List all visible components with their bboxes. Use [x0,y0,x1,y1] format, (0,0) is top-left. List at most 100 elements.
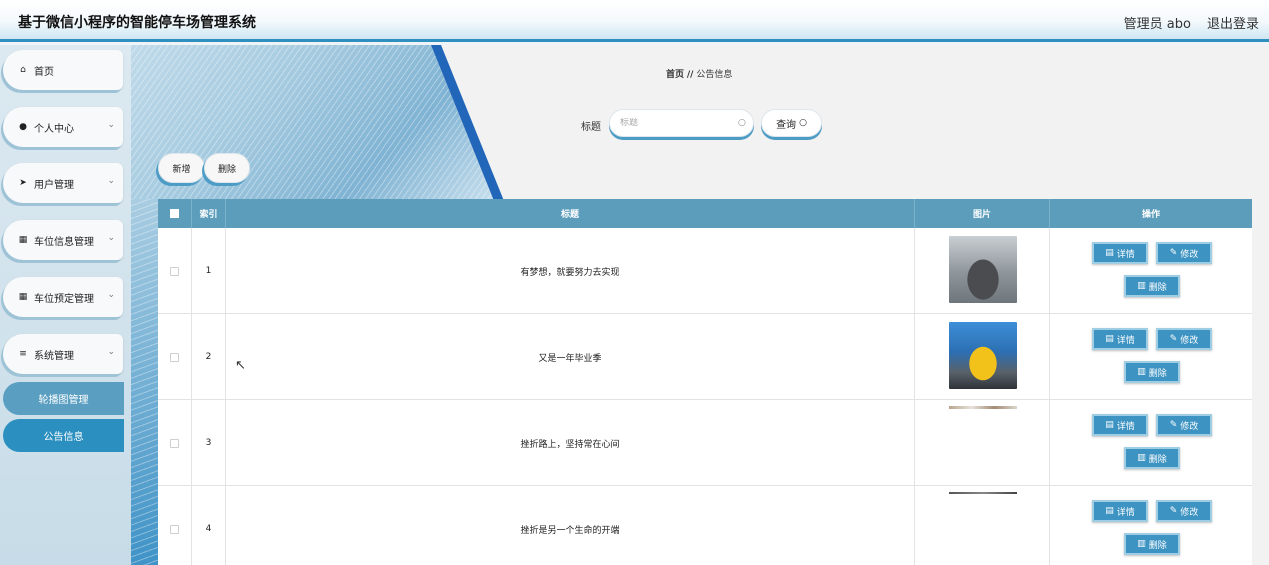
delete-button-label: 删除 [1148,454,1167,465]
row-index: 2 [192,314,226,400]
pencil-icon: ✎ [1169,506,1178,516]
grid-icon: ▦ [18,235,28,245]
car-photo-thumbnail [949,236,1017,303]
batch-delete-button[interactable]: 删除 [204,153,250,183]
sidebar-item-label: 系统管理 [34,350,74,362]
sidebar-item-label: 首页 [34,66,54,78]
sidebar-subitem-carousel[interactable]: 轮播图管理 [3,382,124,415]
add-button[interactable]: 新增 [158,153,205,183]
search-input[interactable] [620,118,738,128]
breadcrumb-current: 公告信息 [696,70,733,80]
delete-button[interactable]: ▥ 删除 [1124,447,1180,469]
trash-icon: ▥ [1137,367,1146,377]
delete-button-label: 删除 [1148,282,1167,293]
row-title: 有梦想，就要努力去实现 [226,228,915,314]
query-button-label: 查询 [776,119,797,131]
breadcrumb: 首页 // 公告信息 [666,67,732,80]
edit-button-label: 修改 [1180,249,1199,260]
user-icon: ● [19,122,27,132]
table-row: 3 挫折路上，坚持常在心间 ▤ 详情 ✎ 修改 ▥ 删除 [158,400,1252,486]
detail-button[interactable]: ▤ 详情 [1092,242,1148,264]
delete-button-label: 删除 [1148,368,1167,379]
decorative-side-art [131,199,158,565]
row-checkbox-cell [158,486,192,565]
detail-button-label: 详情 [1116,507,1135,518]
grid-icon: ▦ [18,292,28,302]
chevron-down-icon: ⌄ [107,290,115,300]
image-thumbnail [949,406,1017,409]
sidebar-subitem-announcements[interactable]: 公告信息 [3,419,124,452]
select-all-checkbox[interactable] [170,209,179,218]
row-actions: ▤ 详情 ✎ 修改 ▥ 删除 [1050,486,1252,565]
detail-button[interactable]: ▤ 详情 [1092,414,1148,436]
row-image-cell [915,400,1050,486]
breadcrumb-separator: // [686,70,694,80]
send-icon: ➤ [19,178,27,188]
document-icon: ▤ [1105,420,1114,430]
trash-icon: ▥ [1137,539,1146,549]
detail-button-label: 详情 [1116,421,1135,432]
row-checkbox[interactable] [170,266,179,276]
sidebar-item-personal-center[interactable]: ● 个人中心 ⌄ [3,107,123,147]
sidebar-item-parking-booking[interactable]: ▦ 车位预定管理 ⌄ [3,277,123,317]
main-content: 首页 // 公告信息 标题 ○ 查询 ○ 新增 删除 索引 标题 图片 操作 1… [131,45,1269,565]
chevron-down-icon: ⌄ [107,120,115,130]
admin-user-label[interactable]: 管理员 abo [1124,13,1191,32]
delete-button[interactable]: ▥ 删除 [1124,533,1180,555]
logout-link[interactable]: 退出登录 [1207,13,1259,32]
edit-button-label: 修改 [1180,421,1199,432]
edit-button[interactable]: ✎ 修改 [1156,242,1212,264]
table-header: 索引 标题 图片 操作 [158,199,1252,228]
sidebar-item-user-management[interactable]: ➤ 用户管理 ⌄ [3,163,123,203]
breadcrumb-home[interactable]: 首页 [666,70,684,80]
chevron-down-icon: ⌄ [107,347,115,357]
sidebar-item-home[interactable]: ⌂ 首页 [3,50,123,90]
row-checkbox-cell [158,400,192,486]
row-checkbox-cell [158,314,192,400]
app-title: 基于微信小程序的智能停车场管理系统 [18,15,256,31]
row-title: 挫折路上，坚持常在心间 [226,400,915,486]
detail-button-label: 详情 [1116,335,1135,346]
row-index: 1 [192,228,226,314]
edit-button[interactable]: ✎ 修改 [1156,500,1212,522]
sidebar-item-label: 个人中心 [34,123,74,135]
sidebar-item-system-management[interactable]: ≡ 系统管理 ⌄ [3,334,123,374]
chevron-down-icon: ⌄ [107,233,115,243]
detail-button[interactable]: ▤ 详情 [1092,500,1148,522]
document-icon: ▤ [1105,506,1114,516]
detail-button[interactable]: ▤ 详情 [1092,328,1148,350]
image-thumbnail [949,492,1017,494]
sidebar-item-label: 用户管理 [34,179,74,191]
batch-delete-button-label: 删除 [217,164,236,175]
table-row: 2 又是一年毕业季 ▤ 详情 ✎ 修改 ▥ 删除 [158,314,1252,400]
delete-button[interactable]: ▥ 删除 [1124,275,1180,297]
search-icon: ○ [738,118,746,128]
pencil-icon: ✎ [1169,420,1178,430]
sidebar-item-parking-info[interactable]: ▦ 车位信息管理 ⌄ [3,220,123,260]
edit-button[interactable]: ✎ 修改 [1156,328,1212,350]
row-checkbox[interactable] [170,352,179,362]
row-checkbox[interactable] [170,524,179,534]
pencil-icon: ✎ [1169,334,1178,344]
sidebar-subitem-label: 公告信息 [43,432,84,443]
detail-button-label: 详情 [1116,249,1135,260]
list-icon: ≡ [19,349,27,359]
delete-button[interactable]: ▥ 删除 [1124,361,1180,383]
row-image-cell [915,486,1050,565]
chevron-down-icon: ⌄ [107,176,115,186]
edit-button[interactable]: ✎ 修改 [1156,414,1212,436]
query-button[interactable]: 查询 ○ [761,109,822,137]
row-checkbox-cell [158,228,192,314]
column-header-image: 图片 [915,199,1050,228]
add-button-label: 新增 [172,164,191,175]
trash-icon: ▥ [1137,453,1146,463]
document-icon: ▤ [1105,248,1114,258]
trash-icon: ▥ [1137,281,1146,291]
column-header-index: 索引 [192,199,226,228]
row-checkbox[interactable] [170,438,179,448]
sidebar: ⌂ 首页 ● 个人中心 ⌄ ➤ 用户管理 ⌄ ▦ 车位信息管理 ⌄ ▦ 车位预定… [0,45,131,565]
pencil-icon: ✎ [1169,248,1178,258]
edit-button-label: 修改 [1180,335,1199,346]
announcement-table: 索引 标题 图片 操作 1 有梦想，就要努力去实现 ▤ 详情 ✎ 修改 ▥ 删除 2 … [158,199,1252,565]
row-index: 3 [192,400,226,486]
